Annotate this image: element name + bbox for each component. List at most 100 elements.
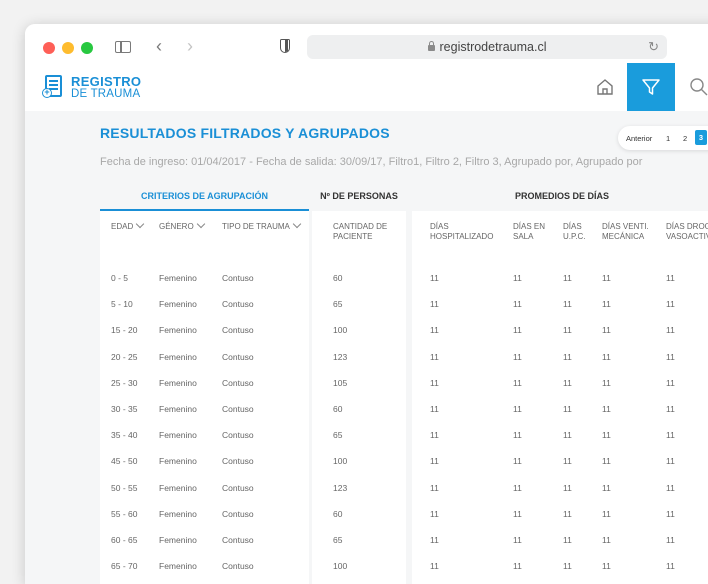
cell-drogas: 11: [666, 535, 675, 545]
table-row[interactable]: 70 - 75FemeninoContuso1231111111111: [25, 579, 708, 584]
col-header-tipo-label: TIPO DE TRAUMA: [222, 222, 290, 231]
home-icon[interactable]: [595, 77, 615, 97]
cell-sala: 11: [513, 508, 522, 519]
tab-grouping-criteria[interactable]: CRITERIOS DE AGRUPACIÓN: [100, 191, 309, 201]
cell-tipo: Contuso: [222, 561, 254, 572]
table-row[interactable]: 20 - 25 Femenino Contuso 123 11 11 11 11 11: [25, 344, 708, 370]
filter-icon: [642, 79, 660, 95]
cell-drogas: 11: [666, 325, 675, 336]
cell-sala: 11: [513, 325, 522, 336]
zoom-window-button[interactable]: [81, 42, 93, 54]
privacy-shield-icon[interactable]: [280, 39, 290, 53]
cell-edad: 35 - 40: [111, 430, 138, 441]
cell-hosp: 11: [430, 561, 439, 572]
pagination-page-1[interactable]: 1: [666, 134, 670, 143]
chevron-down-icon: [196, 219, 205, 229]
cell-genero: Femenino: [159, 299, 197, 310]
cell-cantidad: 105: [333, 377, 348, 388]
cell-edad: 65 - 70: [111, 561, 138, 572]
cell-drogas: 11: [666, 273, 675, 283]
cell-venti: 11: [602, 508, 611, 519]
table-row[interactable]: 15 - 20 Femenino Contuso 100 11 11 11 11 11: [25, 317, 708, 343]
cell-sala: 11: [513, 299, 522, 310]
col-header-genero-label: GÉNERO: [159, 222, 194, 231]
cell-tipo: Contuso: [222, 299, 254, 310]
cell-venti: 11: [602, 351, 611, 362]
cell-drogas: 11: [666, 299, 675, 310]
section-averages-header: PROMEDIOS DE DÍAS: [514, 191, 609, 201]
col-header-upc: DÍAS U.P.C.: [563, 222, 586, 242]
minimize-window-button[interactable]: [62, 42, 74, 54]
cell-hosp: 11: [430, 351, 439, 362]
filter-summary: Fecha de ingreso: 01/04/2017 - Fecha de …: [100, 156, 643, 168]
cell-venti: 11: [602, 404, 611, 414]
sidebar-toggle-icon[interactable]: [115, 41, 131, 53]
col-header-hosp: DÍAS HOSPITALIZADO: [430, 222, 493, 242]
pagination-page-2[interactable]: 2: [683, 134, 687, 143]
cell-edad: 45 - 50: [111, 456, 138, 467]
cell-genero: Femenino: [159, 561, 197, 572]
filter-button[interactable]: [627, 63, 675, 111]
address-bar[interactable]: registrodetrauma.cl ↻: [307, 35, 667, 59]
col-header-edad[interactable]: EDAD: [111, 219, 145, 232]
forward-arrow-icon[interactable]: ›: [187, 36, 193, 57]
cell-drogas: 11: [666, 561, 675, 572]
table-row[interactable]: 50 - 55 Femenino Contuso 123 11 11 11 11 11: [25, 475, 708, 501]
lock-icon: [427, 41, 435, 51]
cell-genero: Femenino: [159, 325, 197, 336]
plus-logo-icon: +: [42, 88, 52, 98]
col-header-tipo[interactable]: TIPO DE TRAUMA: [222, 219, 302, 232]
table-row[interactable]: 25 - 30 Femenino Contuso 105 11 11 11 11 11: [25, 370, 708, 396]
cell-hosp: 11: [430, 299, 439, 310]
cell-upc: 11: [563, 456, 572, 467]
table-row[interactable]: 35 - 40 Femenino Contuso 65 11 11 11 11 11: [25, 422, 708, 448]
close-window-button[interactable]: [43, 42, 55, 54]
col-header-upc-line2: U.P.C.: [563, 232, 586, 241]
cell-cantidad: 100: [333, 325, 348, 336]
table-row[interactable]: 55 - 60 Femenino Contuso 60 11 11 11 11 11: [25, 501, 708, 527]
table-row[interactable]: 0 - 5 Femenino Contuso 60 11 11 11 11 11: [25, 265, 708, 291]
col-header-venti: DÍAS VENTI. MECÁNICA: [602, 222, 649, 242]
col-header-drogas-line1: DÍAS DROGAS: [666, 222, 708, 231]
cell-hosp: 11: [430, 430, 439, 441]
back-arrow-icon[interactable]: ‹: [156, 36, 162, 57]
cell-genero: Femenino: [159, 273, 197, 283]
pagination-prev[interactable]: Anterior: [626, 134, 652, 143]
cell-hosp: 11: [430, 273, 439, 283]
browser-window: ‹ › registrodetrauma.cl ↻ + REGISTRO DE …: [25, 24, 708, 584]
cell-upc: 11: [563, 351, 572, 362]
cell-edad: 20 - 25: [111, 351, 138, 362]
cell-sala: 11: [513, 482, 522, 493]
table-row[interactable]: 30 - 35 Femenino Contuso 60 11 11 11 11 11: [25, 396, 708, 422]
cell-edad: 25 - 30: [111, 377, 138, 388]
reload-icon[interactable]: ↻: [648, 39, 659, 55]
cell-edad: 50 - 55: [111, 482, 138, 493]
cell-upc: 11: [563, 535, 572, 545]
table-row[interactable]: 5 - 10 Femenino Contuso 65 11 11 11 11 11: [25, 291, 708, 317]
cell-genero: Femenino: [159, 404, 197, 414]
cell-hosp: 11: [430, 535, 439, 545]
col-header-genero[interactable]: GÉNERO: [159, 219, 205, 232]
cell-drogas: 11: [666, 482, 675, 493]
cell-upc: 11: [563, 508, 572, 519]
cell-tipo: Contuso: [222, 535, 254, 545]
cell-hosp: 11: [430, 404, 439, 414]
cell-venti: 11: [602, 482, 611, 493]
cell-tipo: Contuso: [222, 456, 254, 467]
cell-drogas: 11: [666, 430, 675, 441]
pagination-page-3-current[interactable]: 3: [695, 130, 707, 145]
col-header-drogas-line2: VASOACTIVAS: [666, 232, 708, 241]
cell-genero: Femenino: [159, 482, 197, 493]
cell-cantidad: 123: [333, 351, 348, 362]
table-row[interactable]: 45 - 50 Femenino Contuso 100 11 11 11 11 11: [25, 448, 708, 474]
cell-sala: 11: [513, 273, 522, 283]
col-header-cantidad: CANTIDAD DE PACIENTE: [333, 222, 387, 242]
search-icon[interactable]: [689, 77, 708, 102]
table-row[interactable]: 65 - 70 Femenino Contuso 100 11 11 11 11 11: [25, 553, 708, 579]
cell-tipo: Contuso: [222, 325, 254, 336]
cell-upc: 11: [563, 299, 572, 310]
table-row[interactable]: 60 - 65 Femenino Contuso 65 11 11 11 11 11: [25, 527, 708, 553]
cell-drogas: 11: [666, 456, 675, 467]
cell-tipo: Contuso: [222, 377, 254, 388]
chevron-down-icon: [135, 219, 145, 229]
